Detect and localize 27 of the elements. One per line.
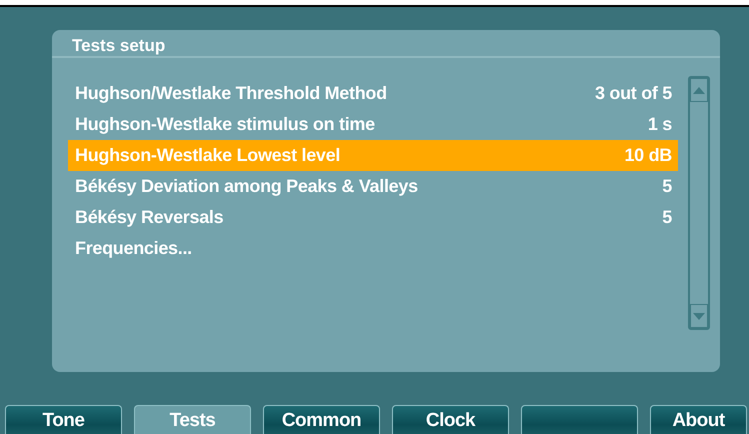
- setting-row[interactable]: Békésy Reversals 5: [68, 202, 678, 233]
- tab-button[interactable]: Tone: [5, 405, 122, 434]
- scroll-down-icon[interactable]: [693, 312, 705, 320]
- tab-button[interactable]: Tests: [134, 405, 251, 434]
- setting-value: 5: [662, 176, 672, 197]
- tab-button[interactable]: [521, 405, 638, 434]
- panel-title: Tests setup: [71, 35, 166, 54]
- tab-button[interactable]: About: [650, 405, 747, 434]
- setting-value: 5: [662, 207, 672, 228]
- setting-row[interactable]: Békésy Deviation among Peaks & Valleys 5: [68, 171, 678, 202]
- setting-row[interactable]: Hughson-Westlake stimulus on time 1 s: [68, 109, 678, 140]
- setting-value: 1 s: [648, 114, 672, 135]
- tab-button[interactable]: Clock: [392, 405, 509, 434]
- setting-row[interactable]: Hughson-Westlake Lowest level 10 dB: [68, 140, 678, 171]
- setting-label: Hughson-Westlake stimulus on time: [75, 114, 375, 135]
- scroll-up-icon[interactable]: [693, 86, 705, 94]
- setting-label: Hughson-Westlake Lowest level: [75, 145, 340, 166]
- tab-button[interactable]: Common: [263, 405, 380, 434]
- setting-label: Békésy Deviation among Peaks & Valleys: [75, 176, 418, 197]
- setting-label: Hughson/Westlake Threshold Method: [75, 83, 387, 104]
- setting-label: Frequencies...: [75, 238, 192, 259]
- setting-label: Békésy Reversals: [75, 207, 224, 228]
- setting-value: 3 out of 5: [595, 83, 672, 104]
- setting-row[interactable]: Frequencies...: [68, 233, 678, 264]
- scrollbar[interactable]: [688, 76, 710, 330]
- setting-value: 10 dB: [624, 145, 672, 166]
- setting-row[interactable]: Hughson/Westlake Threshold Method 3 out of 5: [68, 78, 678, 109]
